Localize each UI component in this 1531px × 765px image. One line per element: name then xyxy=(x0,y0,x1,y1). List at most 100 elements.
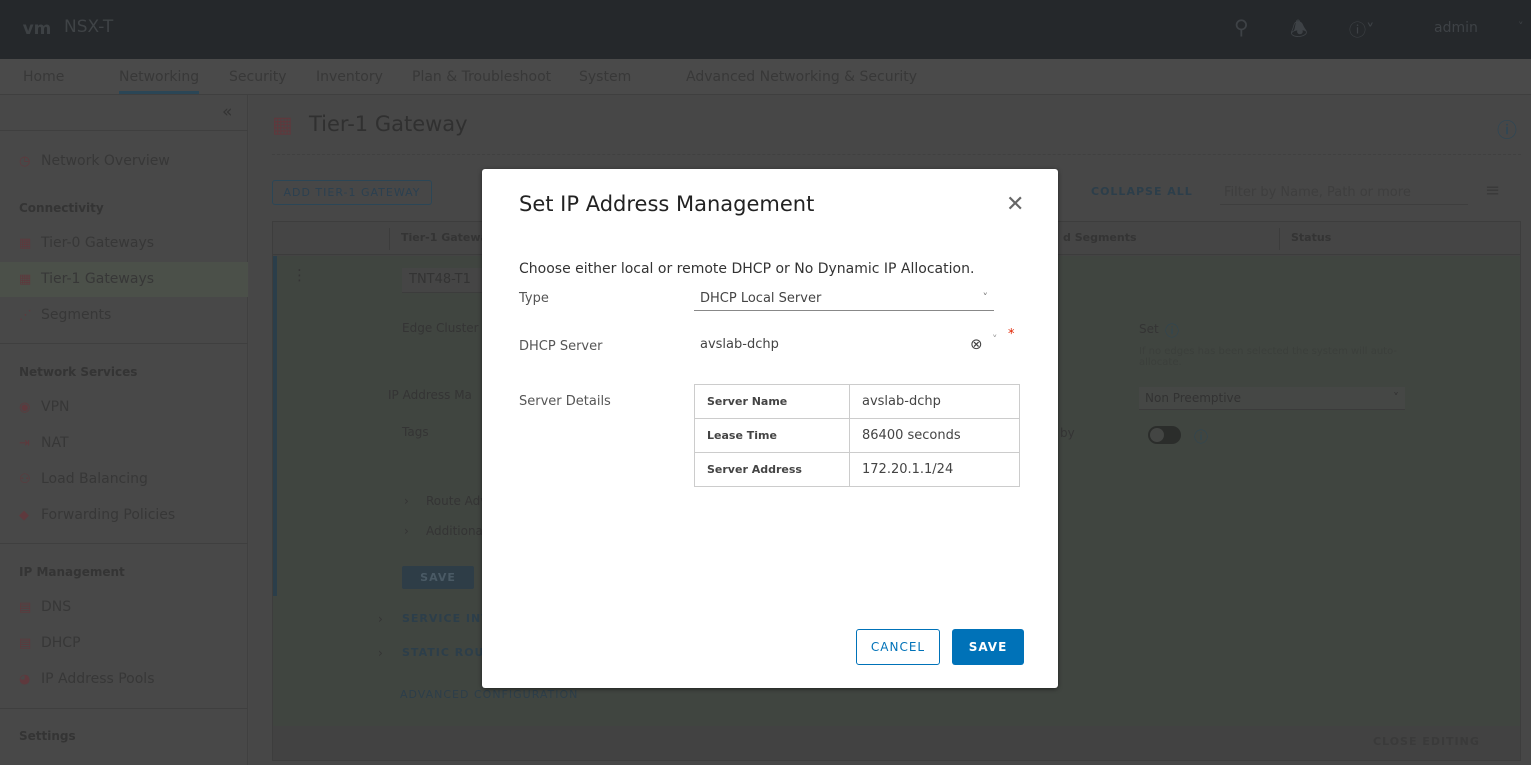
divider xyxy=(0,130,248,131)
additional-settings-toggle[interactable]: Additiona xyxy=(426,524,483,538)
column-header[interactable]: Tier-1 Gateway xyxy=(401,231,495,244)
detail-key: Lease Time xyxy=(694,418,850,453)
sidebar-item-vpn[interactable]: ◉ VPN xyxy=(19,399,70,415)
segments-icon: ⋰ xyxy=(19,307,32,323)
main-nav: Home Networking Security Inventory Plan … xyxy=(0,59,1531,95)
static-routes-link[interactable]: STATIC ROUT xyxy=(402,646,493,659)
nat-icon: ⇥ xyxy=(19,435,30,451)
tab-networking[interactable]: Networking xyxy=(119,69,200,94)
tab-plan-troubleshoot[interactable]: Plan & Troubleshoot xyxy=(412,69,551,85)
type-label: Type xyxy=(519,291,549,306)
chevron-right-icon[interactable]: › xyxy=(404,494,409,508)
server-details-table: Server Name avslab-dchp Lease Time 86400 s… xyxy=(694,384,1020,487)
help-icon[interactable]: ⓘ xyxy=(1497,114,1517,143)
section-network-services: Network Services xyxy=(19,365,138,379)
field-label: Edge Cluster xyxy=(402,321,479,335)
row-indicator xyxy=(273,256,277,596)
detail-key: Server Name xyxy=(694,384,850,419)
gateway-icon: ▦ xyxy=(272,113,293,138)
sidebar-item-ip-pools[interactable]: ◕ IP Address Pools xyxy=(19,671,154,687)
type-select[interactable]: DHCP Local Server ˅ xyxy=(694,288,994,311)
divider xyxy=(0,708,248,709)
cancel-button[interactable]: CANCEL xyxy=(856,629,940,665)
chevron-right-icon[interactable]: › xyxy=(378,612,383,626)
standby-toggle[interactable] xyxy=(1148,426,1181,444)
column-header[interactable]: d Segments xyxy=(1063,231,1137,244)
table-row: Lease Time 86400 seconds xyxy=(694,418,1020,453)
divider xyxy=(0,343,248,344)
section-settings: Settings xyxy=(19,729,76,743)
vpn-icon: ◉ xyxy=(19,399,31,415)
detail-value: avslab-dchp xyxy=(849,384,1020,419)
row-footer xyxy=(273,726,1520,760)
gateway-name-input[interactable]: TNT48-T1 xyxy=(402,268,492,293)
sidebar-item-network-overview[interactable]: ◷ Network Overview xyxy=(19,153,170,169)
tab-advanced-networking[interactable]: Advanced Networking & Security xyxy=(686,69,917,85)
tab-system[interactable]: System xyxy=(579,69,631,85)
chevron-down-icon[interactable]: ˅ xyxy=(992,333,998,346)
dhcp-server-label: DHCP Server xyxy=(519,339,603,354)
sidebar-item-segments[interactable]: ⋰ Segments xyxy=(19,307,111,323)
detail-value: 86400 seconds xyxy=(849,418,1020,453)
filter-icon[interactable]: ≡ xyxy=(1485,180,1500,201)
sidebar-item-forwarding-policies[interactable]: ◆ Forwarding Policies xyxy=(19,507,175,523)
sidebar-item-dns[interactable]: ▤ DNS xyxy=(19,599,71,615)
close-icon[interactable]: ✕ xyxy=(1006,192,1024,217)
save-button[interactable]: SAVE xyxy=(952,629,1024,665)
row-save-button[interactable]: SAVE xyxy=(402,566,474,589)
search-icon[interactable]: ⚲ xyxy=(1234,15,1249,39)
info-icon[interactable]: ⓘ xyxy=(1194,427,1208,447)
field-label: IP Address Ma xyxy=(388,388,472,402)
sidebar-item-load-balancing[interactable]: ⚇ Load Balancing xyxy=(19,471,148,487)
collapse-sidebar-icon[interactable]: « xyxy=(222,102,232,122)
close-editing-button[interactable]: CLOSE EDITING xyxy=(1373,735,1480,748)
set-ip-address-management-modal: Set IP Address Management ✕ Choose eithe… xyxy=(482,169,1058,688)
top-header: vm NSX-T ⚲ 🕭 ⓘ˅ admin ˅ xyxy=(0,0,1531,59)
gateway-icon: ▦ xyxy=(19,235,32,251)
chevron-down-icon: ˅ xyxy=(982,291,989,304)
tab-home[interactable]: Home xyxy=(23,69,64,85)
ip-pool-icon: ◕ xyxy=(19,671,31,687)
field-label: Tags xyxy=(402,425,429,439)
table-row: Server Address 172.20.1.1/24 xyxy=(694,452,1020,487)
chevron-right-icon[interactable]: › xyxy=(378,646,383,660)
row-actions-icon[interactable]: ⋮ xyxy=(292,266,307,284)
add-tier1-gateway-button[interactable]: ADD TIER-1 GATEWAY xyxy=(272,180,432,205)
column-header[interactable]: Status xyxy=(1291,231,1331,244)
product-name: NSX-T xyxy=(64,17,114,37)
server-icon: ▤ xyxy=(19,635,32,651)
sidebar-item-tier0[interactable]: ▦ Tier-0 Gateways xyxy=(19,235,154,251)
tab-inventory[interactable]: Inventory xyxy=(316,69,383,85)
tab-security[interactable]: Security xyxy=(229,69,287,85)
detail-value: 172.20.1.1/24 xyxy=(849,452,1020,487)
sidebar-item-tier1[interactable]: ▦ Tier-1 Gateways xyxy=(19,271,154,287)
info-icon[interactable]: ⓘ xyxy=(1165,321,1179,341)
advanced-configuration-link[interactable]: ADVANCED CONFIGURATION xyxy=(400,688,578,701)
divider xyxy=(272,154,1521,155)
divider xyxy=(0,543,248,544)
section-ip-management: IP Management xyxy=(19,565,125,579)
hint-text: If no edges has been selected the system… xyxy=(1139,346,1397,368)
sidebar-item-nat[interactable]: ⇥ NAT xyxy=(19,435,69,451)
edge-set-link[interactable]: Set xyxy=(1139,322,1159,336)
chevron-right-icon[interactable]: › xyxy=(404,524,409,538)
filter-input[interactable]: Filter by Name, Path or more xyxy=(1220,181,1468,205)
server-details-label: Server Details xyxy=(519,394,611,409)
failover-select[interactable]: Non Preemptive ˅ xyxy=(1139,387,1405,410)
user-menu[interactable]: admin xyxy=(1434,20,1478,36)
section-connectivity: Connectivity xyxy=(19,201,104,215)
clear-icon[interactable]: ⊗ xyxy=(970,335,983,353)
load-balancer-icon: ⚇ xyxy=(19,471,31,487)
bell-icon[interactable]: 🕭 xyxy=(1290,15,1308,49)
route-advertisement-toggle[interactable]: Route Adv xyxy=(426,494,487,508)
sidebar-item-dhcp[interactable]: ▤ DHCP xyxy=(19,635,81,651)
modal-description: Choose either local or remote DHCP or No… xyxy=(519,261,975,277)
chevron-down-icon: ˅ xyxy=(1393,391,1399,405)
field-label: by xyxy=(1060,426,1075,440)
help-icon[interactable]: ⓘ˅ xyxy=(1349,16,1375,41)
table-row: Server Name avslab-dchp xyxy=(694,384,1020,419)
forwarding-icon: ◆ xyxy=(19,507,29,523)
dhcp-server-select[interactable]: avslab-dchp xyxy=(700,337,779,352)
collapse-all-button[interactable]: COLLAPSE ALL xyxy=(1091,185,1193,198)
chevron-down-icon[interactable]: ˅ xyxy=(1518,20,1524,33)
